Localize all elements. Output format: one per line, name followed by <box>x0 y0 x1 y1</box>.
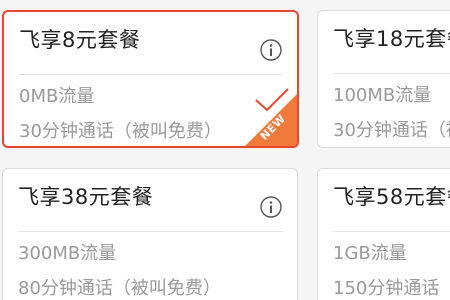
plan-data-allowance: 0MB流量 <box>19 86 95 107</box>
new-badge: NEW <box>245 94 297 146</box>
plan-title: 飞享8元套餐 <box>19 28 141 52</box>
plan-selector: 飞享8元套餐 0MB流量 30分钟通话（被叫免费） NEW 飞享18元套餐 10… <box>0 0 450 300</box>
plan-title: 飞享38元套餐 <box>18 185 154 209</box>
plan-title: 飞享58元套餐 <box>333 185 450 209</box>
plan-call-minutes: 30分钟通话（被叫免费） <box>333 120 450 141</box>
plan-card-38[interactable]: 飞享38元套餐 300MB流量 80分钟通话（被叫免费） <box>2 168 298 300</box>
card-divider <box>333 231 450 232</box>
plan-call-minutes: 30分钟通话（被叫免费） <box>19 121 222 142</box>
card-divider <box>18 231 282 232</box>
plan-call-minutes: 80分钟通话（被叫免费） <box>18 278 221 299</box>
plan-card-8[interactable]: 飞享8元套餐 0MB流量 30分钟通话（被叫免费） NEW <box>2 10 299 148</box>
plan-data-allowance: 300MB流量 <box>18 243 117 264</box>
card-divider <box>19 74 282 75</box>
plan-title: 飞享18元套餐 <box>333 27 450 51</box>
info-icon[interactable] <box>260 196 282 218</box>
card-divider <box>333 73 450 74</box>
plan-data-allowance: 1GB流量 <box>333 243 407 264</box>
plan-card-18[interactable]: 飞享18元套餐 100MB流量 30分钟通话（被叫免费） <box>317 10 450 148</box>
plan-card-58[interactable]: 飞享58元套餐 1GB流量 150分钟通话（被叫免费） <box>317 168 450 300</box>
plan-data-allowance: 100MB流量 <box>333 85 432 106</box>
info-icon[interactable] <box>260 39 282 61</box>
plan-call-minutes: 150分钟通话（被叫免费） <box>333 278 450 299</box>
